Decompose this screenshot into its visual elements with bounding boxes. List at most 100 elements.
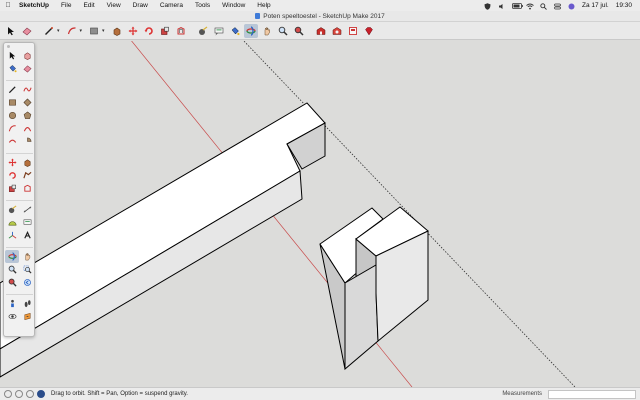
tape-measure-icon[interactable]	[196, 24, 210, 38]
control-center-icon[interactable]	[554, 3, 561, 9]
document-icon	[255, 13, 261, 19]
protractor-icon[interactable]	[5, 216, 19, 229]
warehouse-icon[interactable]	[314, 24, 328, 38]
menu-time[interactable]: 19:30	[616, 2, 632, 9]
position-camera-icon[interactable]	[5, 297, 19, 310]
info-icon[interactable]	[4, 390, 12, 398]
rotate-icon[interactable]	[142, 24, 156, 38]
shape-dropdown-icon[interactable]: ▾	[102, 28, 105, 34]
walk-icon[interactable]	[20, 297, 34, 310]
tape-measure-icon[interactable]	[5, 203, 19, 216]
menu-file[interactable]: File	[55, 2, 77, 9]
zoom-extents-icon[interactable]	[5, 276, 19, 289]
menu-status-area: Za 17 jul. 19:30	[484, 2, 640, 10]
spotlight-search-icon[interactable]	[540, 2, 547, 10]
wifi-icon[interactable]	[526, 3, 534, 9]
arc-icon[interactable]	[65, 24, 79, 38]
scale-icon[interactable]	[158, 24, 172, 38]
menu-date[interactable]: Za 17 jul.	[582, 2, 609, 9]
eraser-icon[interactable]	[20, 24, 34, 38]
follow-me-icon[interactable]	[20, 169, 34, 182]
pie-icon[interactable]	[20, 135, 34, 148]
paint-bucket-icon[interactable]	[228, 24, 242, 38]
beam-top-face[interactable]	[0, 102, 326, 350]
shape-icon[interactable]	[87, 24, 101, 38]
text-icon[interactable]	[20, 216, 34, 229]
select-icon[interactable]	[4, 24, 18, 38]
large-tool-set-palette	[3, 42, 35, 337]
post-front-face[interactable]	[344, 264, 379, 371]
arc-icon[interactable]	[5, 122, 19, 135]
speaker-icon[interactable]	[498, 3, 505, 9]
rotate-icon[interactable]	[5, 169, 19, 182]
zoom-extents-icon[interactable]	[292, 24, 306, 38]
geo-location-icon[interactable]	[15, 390, 23, 398]
menu-camera[interactable]: Camera	[154, 2, 189, 9]
menu-app-sketchup[interactable]: SketchUp	[16, 2, 55, 9]
main-toolbar: ▾ ▾ ▾	[0, 22, 640, 40]
zoom-icon[interactable]	[5, 263, 19, 276]
paint-bucket-icon[interactable]	[5, 62, 19, 75]
circle-icon[interactable]	[5, 109, 19, 122]
vertical-post[interactable]	[319, 206, 429, 371]
line-icon[interactable]	[42, 24, 56, 38]
measurements-label: Measurements	[502, 391, 542, 397]
menu-tools[interactable]: Tools	[189, 2, 216, 9]
zoom-icon[interactable]	[276, 24, 290, 38]
rectangle-icon[interactable]	[5, 96, 19, 109]
menu-edit[interactable]: Edit	[77, 2, 100, 9]
pan-icon[interactable]	[20, 250, 34, 263]
rotated-rectangle-icon[interactable]	[20, 96, 34, 109]
orbit-icon[interactable]	[5, 250, 19, 263]
palette-close-icon[interactable]	[7, 44, 10, 48]
siri-icon[interactable]	[568, 3, 575, 9]
scale-icon[interactable]	[5, 182, 19, 195]
orbit-icon[interactable]	[243, 23, 258, 38]
two-point-arc-icon[interactable]	[20, 122, 34, 135]
model-viewport[interactable]	[0, 38, 640, 388]
arc-dropdown-icon[interactable]: ▾	[80, 28, 83, 34]
menu-help[interactable]: Help	[251, 2, 276, 9]
eraser-icon[interactable]	[20, 62, 34, 75]
freehand-icon[interactable]	[20, 83, 34, 96]
shield-icon[interactable]	[484, 2, 491, 10]
offset-icon[interactable]	[174, 24, 188, 38]
move-icon[interactable]	[5, 156, 19, 169]
move-icon[interactable]	[126, 24, 140, 38]
menu-draw[interactable]: Draw	[127, 2, 154, 9]
measurements-input[interactable]	[548, 389, 636, 399]
push-pull-icon[interactable]	[110, 24, 124, 38]
section-plane-icon[interactable]	[20, 310, 34, 323]
previous-view-icon[interactable]	[20, 276, 34, 289]
make-component-icon[interactable]	[20, 49, 34, 62]
layout-icon[interactable]	[346, 24, 360, 38]
credits-icon[interactable]	[26, 390, 34, 398]
status-bar: Drag to orbit. Shift = Pan, Option = sus…	[0, 387, 640, 400]
line-icon[interactable]	[5, 83, 19, 96]
apple-icon[interactable]: 	[0, 2, 16, 9]
user-account-icon[interactable]	[37, 390, 45, 398]
battery-icon[interactable]	[512, 2, 523, 9]
look-around-icon[interactable]	[5, 310, 19, 323]
line-dropdown-icon[interactable]: ▾	[57, 28, 60, 34]
extension-warehouse-icon[interactable]	[330, 24, 344, 38]
menu-view[interactable]: View	[101, 2, 127, 9]
dimension-icon[interactable]	[20, 203, 34, 216]
ruby-icon[interactable]	[362, 24, 376, 38]
select-icon[interactable]	[5, 49, 19, 62]
window-title-bar: Poten speeltoestel - SketchUp Make 2017	[0, 11, 640, 22]
window-title: Poten speeltoestel - SketchUp Make 2017	[263, 12, 385, 20]
horizontal-beam[interactable]	[0, 102, 326, 378]
offset-icon[interactable]	[20, 182, 34, 195]
drawing-canvas[interactable]	[0, 38, 640, 388]
zoom-window-icon[interactable]	[20, 263, 34, 276]
3d-text-icon[interactable]	[20, 229, 34, 242]
three-point-arc-icon[interactable]	[5, 135, 19, 148]
push-pull-icon[interactable]	[20, 156, 34, 169]
mac-menu-bar:  SketchUp File Edit View Draw Camera To…	[0, 0, 640, 11]
menu-window[interactable]: Window	[216, 2, 251, 9]
axes-icon[interactable]	[5, 229, 19, 242]
text-icon[interactable]	[212, 24, 226, 38]
polygon-icon[interactable]	[20, 109, 34, 122]
pan-icon[interactable]	[260, 24, 274, 38]
